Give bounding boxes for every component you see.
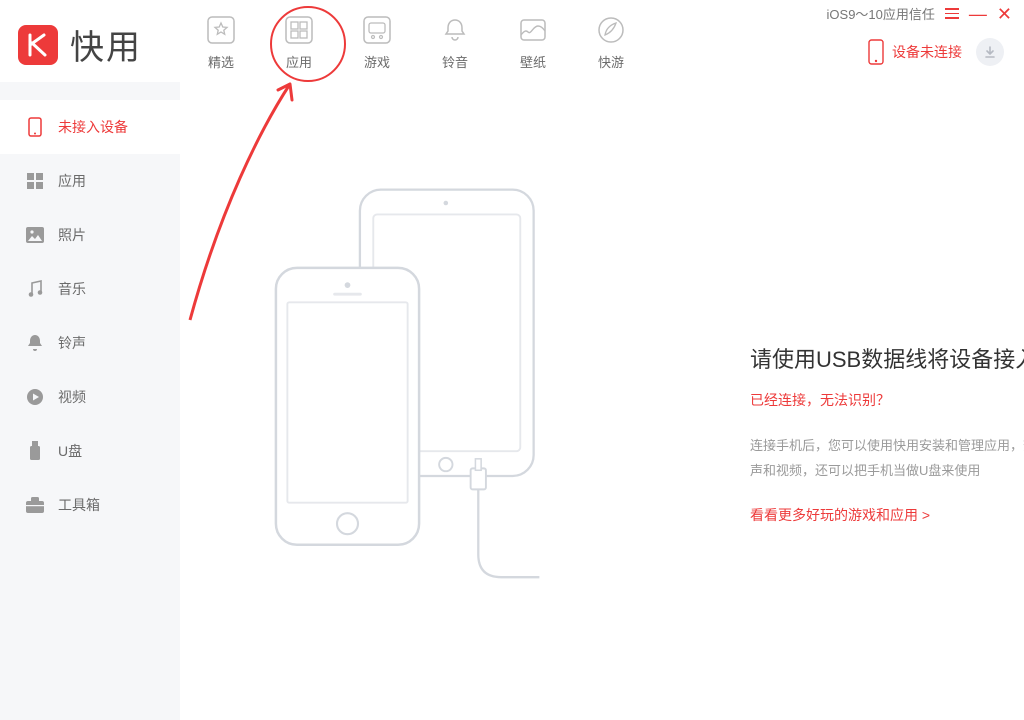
connect-panel: 请使用USB数据线将设备接入电脑 已经连接，无法识别？ 连接手机后，您可以使用快… [750,342,1024,525]
device-status-label: 设备未连接 [892,42,962,62]
nav-quickplay[interactable]: 快游 [572,14,650,71]
app-logo: 快用 [18,20,142,69]
logo-text: 快用 [70,20,142,69]
music-note-icon [26,280,44,298]
picture-icon [26,226,44,244]
toolbox-icon [26,496,44,514]
sidebar-item-no-device[interactable]: 未接入设备 [0,100,180,154]
minimize-button[interactable]: — [969,5,987,23]
page-heading: 请使用USB数据线将设备接入电脑 [750,342,1024,374]
sidebar-item-ringtones[interactable]: 铃声 [0,316,180,370]
logo-mark-icon [18,25,58,65]
device-status-area: 设备未连接 [868,38,1004,66]
apps-grid-icon [283,14,315,46]
trust-label[interactable]: iOS9～10应用信任 [827,4,935,23]
bell-small-icon [26,334,44,352]
topbar: 快用 精选 应用 游戏 [0,0,1024,82]
close-button[interactable]: ✕ [997,5,1012,23]
sidebar-item-music[interactable]: 音乐 [0,262,180,316]
sidebar-item-label: 音乐 [58,279,86,299]
titlebar-right: iOS9～10应用信任 — ✕ [827,4,1012,23]
sidebar-item-label: 照片 [58,225,86,245]
bell-icon [439,14,471,46]
phone-icon [26,118,44,136]
sidebar-item-label: 铃声 [58,333,86,353]
sidebar-item-apps[interactable]: 应用 [0,154,180,208]
nav-featured[interactable]: 精选 [182,14,260,71]
download-manager-button[interactable] [976,38,1004,66]
description-text: 连接手机后，您可以使用快用安装和管理应用，查看图片、音乐、铃声和视频，还可以把手… [750,434,1024,483]
sidebar-item-video[interactable]: 视频 [0,370,180,424]
download-icon [983,45,997,59]
top-nav: 精选 应用 游戏 铃音 [182,14,650,71]
image-icon [517,14,549,46]
comet-icon [595,14,627,46]
usb-drive-icon [26,442,44,460]
star-icon [205,14,237,46]
sidebar-item-label: 工具箱 [58,495,100,515]
sidebar-item-label: U盘 [58,441,82,461]
content: 请使用USB数据线将设备接入电脑 已经连接，无法识别？ 连接手机后，您可以使用快… [180,82,1024,720]
nav-games[interactable]: 游戏 [338,14,416,71]
sidebar-item-label: 视频 [58,387,86,407]
grid-icon [26,172,44,190]
device-status[interactable]: 设备未连接 [868,39,962,65]
sidebar: 未接入设备 应用 照片 音乐 铃声 视频 [0,82,180,720]
hamburger-icon[interactable] [945,8,959,19]
gamepad-icon [361,14,393,46]
more-apps-link[interactable]: 看看更多好玩的游戏和应用 > [750,507,930,523]
play-circle-icon [26,388,44,406]
sidebar-item-photos[interactable]: 照片 [0,208,180,262]
help-link[interactable]: 已经连接，无法识别？ [750,390,890,410]
sidebar-item-toolbox[interactable]: 工具箱 [0,478,180,532]
sidebar-item-label: 未接入设备 [58,117,128,137]
nav-wallpaper[interactable]: 壁纸 [494,14,572,71]
nav-ringtones[interactable]: 铃音 [416,14,494,71]
sidebar-item-udisk[interactable]: U盘 [0,424,180,478]
connect-illustration [260,182,540,602]
nav-apps[interactable]: 应用 [260,14,338,71]
sidebar-item-label: 应用 [58,171,86,191]
phone-outline-icon [868,39,884,65]
